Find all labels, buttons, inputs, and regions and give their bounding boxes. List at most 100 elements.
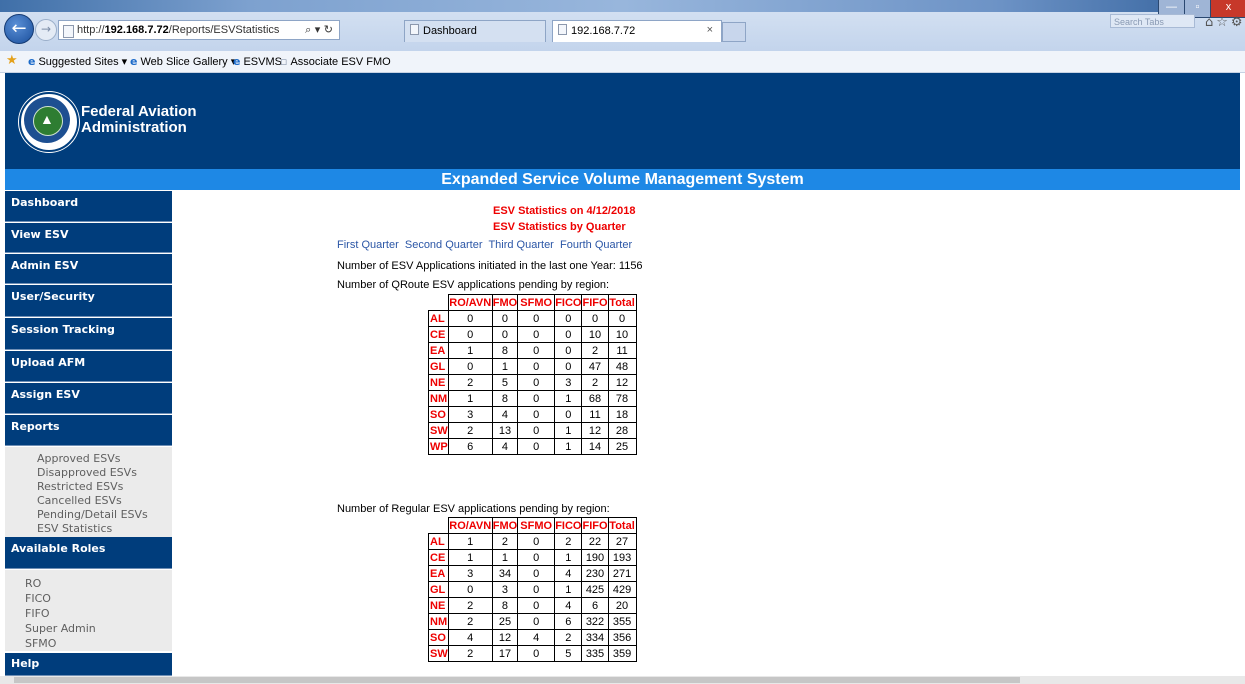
tab-label: Dashboard	[423, 25, 477, 37]
table-row: WP 6 4 0 1 14 25	[428, 438, 637, 455]
tab-active[interactable]: 192.168.7.72 ×	[552, 20, 722, 42]
favorites-star-icon[interactable]: ★	[6, 53, 18, 68]
table-cell: 2	[491, 533, 519, 550]
page-icon: ▫	[280, 55, 288, 68]
table-cell: 0	[517, 645, 556, 662]
address-controls[interactable]: ⌕ ▾ ↻	[305, 23, 333, 37]
role-super-admin[interactable]: Super Admin	[25, 622, 96, 635]
table-cell: 0	[517, 342, 556, 359]
new-tab-button[interactable]	[722, 22, 746, 42]
nav-assign-esv[interactable]: Assign ESV	[5, 383, 172, 414]
table-cell: 1	[447, 533, 493, 550]
qroute-heading: Number of QRoute ESV applications pendin…	[337, 279, 610, 291]
link-cancelled-esvs[interactable]: Cancelled ESVs	[37, 494, 122, 507]
table-cell: 12	[607, 374, 637, 391]
fav-esvms[interactable]: e ESVMS	[233, 55, 282, 68]
page-icon	[410, 24, 419, 35]
link-disapproved-esvs[interactable]: Disapproved ESVs	[37, 466, 137, 479]
fav-web-slice-gallery[interactable]: e Web Slice Gallery ▾	[130, 55, 236, 68]
table-cell: 0	[517, 374, 556, 391]
table-cell: 2	[447, 374, 493, 391]
table-cell: 0	[517, 613, 556, 630]
region-label: NE	[428, 597, 449, 614]
search-tabs-input[interactable]: Search Tabs	[1110, 14, 1195, 28]
table-row: NM 2 25 0 6 322 355	[428, 613, 637, 630]
link-third-quarter[interactable]: Third Quarter	[488, 239, 553, 251]
table-cell: 14	[581, 438, 609, 455]
table-cell: 0	[447, 358, 493, 375]
link-restricted-esvs[interactable]: Restricted ESVs	[37, 480, 123, 493]
close-tab-icon[interactable]: ×	[707, 24, 713, 36]
fav-suggested-sites[interactable]: e Suggested Sites ▾	[28, 55, 127, 68]
nav-dashboard[interactable]: Dashboard	[5, 191, 172, 222]
link-pending-detail-esvs[interactable]: Pending/Detail ESVs	[37, 508, 148, 521]
nav-view-esv[interactable]: View ESV	[5, 223, 172, 253]
table-cell: 13	[491, 422, 519, 439]
table-row: NE 2 8 0 4 6 20	[428, 597, 637, 614]
tab-label: 192.168.7.72	[571, 25, 636, 37]
qroute-pending-table: RO/AVN FMO SFMO FICO FIFO Total AL 0 0 0 0 0 0 CE 0 0 0 0…	[428, 294, 637, 455]
table-cell: 359	[607, 645, 637, 662]
toolbar-icons[interactable]: ⌂☆⚙	[1205, 15, 1245, 30]
table-row: AL 0 0 0 0 0 0	[428, 310, 637, 327]
region-label: CE	[428, 549, 449, 566]
table-cell: 6	[447, 438, 493, 455]
nav-available-roles[interactable]: Available Roles	[5, 537, 172, 569]
role-sfmo[interactable]: SFMO	[25, 637, 56, 650]
table-cell: 0	[517, 358, 556, 375]
regular-heading: Number of Regular ESV applications pendi…	[337, 503, 610, 515]
role-fico[interactable]: FICO	[25, 592, 51, 605]
horizontal-scroll-thumb[interactable]	[14, 677, 1020, 683]
table-row: SO 4 12 4 2 334 356	[428, 629, 637, 646]
link-second-quarter[interactable]: Second Quarter	[405, 239, 483, 251]
table-cell: 0	[491, 326, 519, 343]
org-name: Federal Aviation Administration	[81, 103, 197, 136]
table-cell: 0	[491, 310, 519, 327]
nav-session-tracking[interactable]: Session Tracking	[5, 318, 172, 350]
tab-dashboard[interactable]: Dashboard	[404, 20, 546, 42]
fav-associate-esv-fmo[interactable]: ▫ Associate ESV FMO	[280, 55, 391, 68]
nav-reports[interactable]: Reports	[5, 415, 172, 446]
table-cell: 68	[581, 390, 609, 407]
role-fifo[interactable]: FIFO	[25, 607, 50, 620]
table-cell: 8	[491, 597, 519, 614]
table-cell: 3	[491, 581, 519, 598]
nav-admin-esv[interactable]: Admin ESV	[5, 254, 172, 284]
table-cell: 356	[607, 629, 637, 646]
back-arrow-icon[interactable]: ←	[4, 14, 34, 44]
table-cell: 48	[607, 358, 637, 375]
nav-help[interactable]: Help	[5, 653, 172, 676]
forward-arrow-icon[interactable]: →	[35, 19, 57, 41]
nav-upload-afm[interactable]: Upload AFM	[5, 351, 172, 382]
table-cell: 8	[491, 342, 519, 359]
table-cell: 322	[581, 613, 609, 630]
table-cell: 0	[554, 326, 583, 343]
region-label: GL	[428, 581, 449, 598]
table-cell: 0	[517, 406, 556, 423]
regular-pending-table: RO/AVN FMO SFMO FICO FIFO Total AL 1 2 0 2 22 27 CE 1 1…	[428, 517, 637, 662]
table-cell: 2	[581, 374, 609, 391]
link-first-quarter[interactable]: First Quarter	[337, 239, 399, 251]
table-cell: 10	[607, 326, 637, 343]
table-cell: 2	[447, 613, 493, 630]
table-cell: 0	[554, 358, 583, 375]
table-cell: 0	[447, 326, 493, 343]
table-cell: 0	[517, 581, 556, 598]
nav-user-security[interactable]: User/Security	[5, 285, 172, 317]
address-bar[interactable]: http://192.168.7.72/Reports/ESVStatistic…	[58, 20, 340, 40]
table-cell: 4	[554, 597, 583, 614]
table-cell: 0	[517, 533, 556, 550]
table-cell: 4	[491, 406, 519, 423]
table-cell: 1	[554, 422, 583, 439]
link-esv-statistics[interactable]: ESV Statistics	[37, 522, 112, 535]
table-cell: 1	[447, 549, 493, 566]
region-label: NM	[428, 613, 449, 630]
vertical-scrollbar[interactable]	[1240, 73, 1245, 676]
link-approved-esvs[interactable]: Approved ESVs	[37, 452, 120, 465]
role-ro[interactable]: RO	[25, 577, 41, 590]
table-cell: 6	[554, 613, 583, 630]
table-row: NE 2 5 0 3 2 12	[428, 374, 637, 391]
table-cell: 3	[447, 565, 493, 582]
link-fourth-quarter[interactable]: Fourth Quarter	[560, 239, 632, 251]
table-cell: 0	[517, 390, 556, 407]
